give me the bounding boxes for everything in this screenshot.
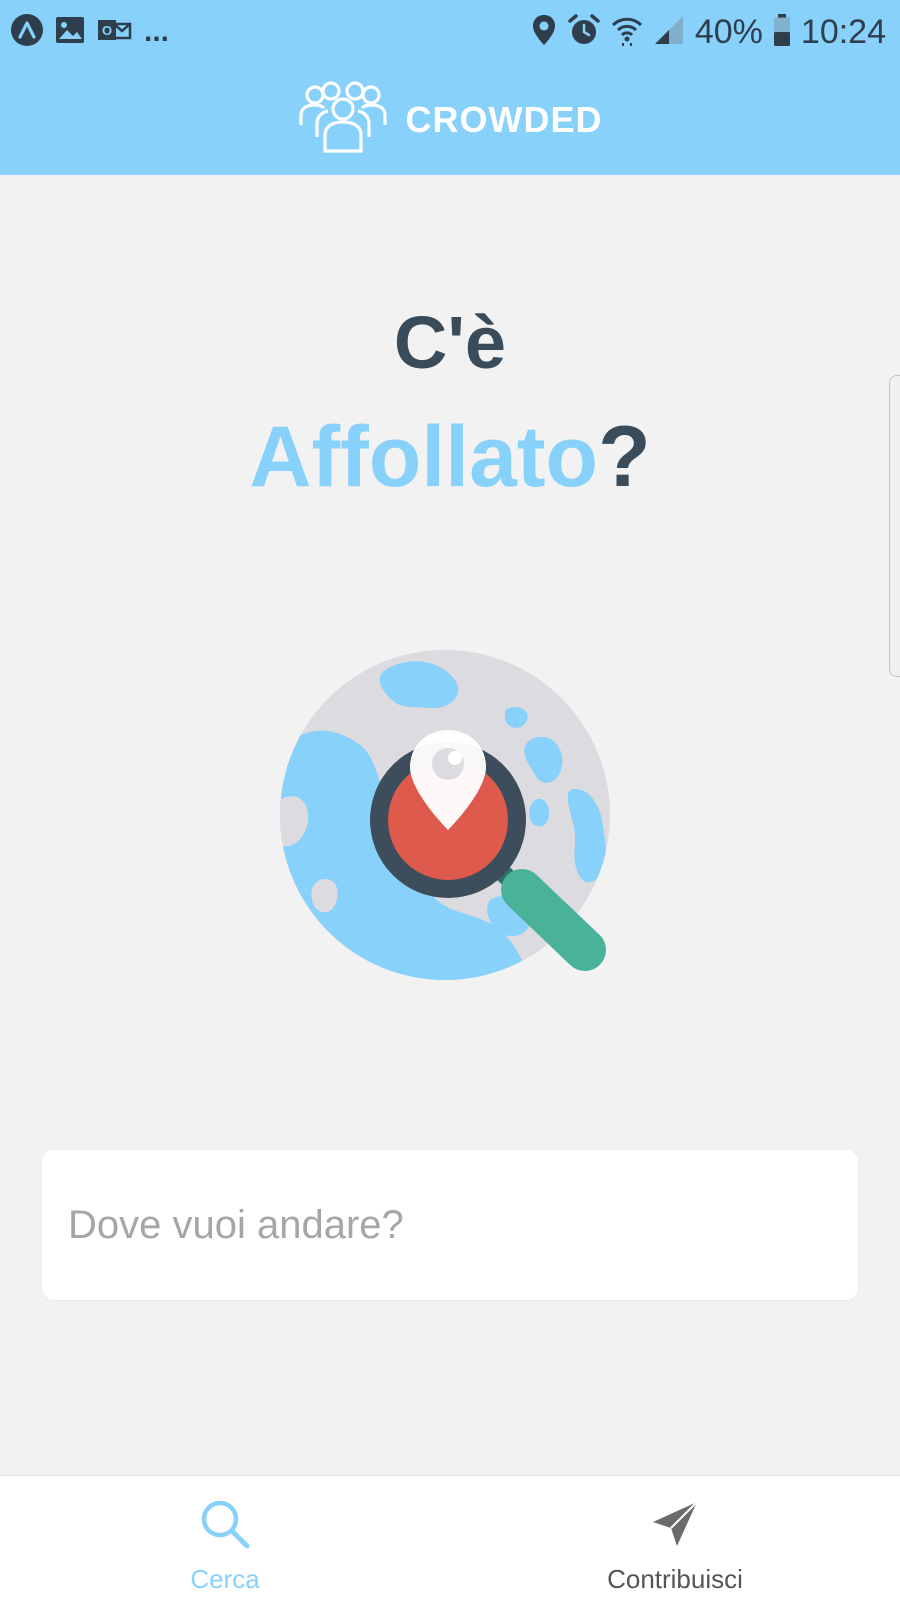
image-icon [54, 15, 86, 50]
app-icon [10, 13, 44, 52]
nav-tab-cerca[interactable]: Cerca [0, 1476, 450, 1601]
search-field-container [42, 1150, 858, 1300]
edge-panel-handle[interactable] [889, 375, 900, 677]
search-icon [197, 1496, 253, 1552]
battery-percent: 40% [694, 12, 763, 51]
app-bar: CROWDED [0, 64, 900, 175]
status-bar: O ... 40% 10:24 [0, 0, 900, 64]
location-icon [531, 13, 557, 52]
header: O ... 40% 10:24 CROWDED [0, 0, 900, 175]
people-group-icon [298, 81, 388, 158]
headline-question-mark: ? [598, 409, 651, 505]
headline-accent-word: Affollato [249, 409, 599, 505]
battery-icon [773, 13, 791, 52]
nav-label-cerca: Cerca [190, 1564, 260, 1594]
globe-search-icon [280, 650, 620, 990]
bottom-navigation: Cerca Contribuisci [0, 1475, 900, 1601]
send-icon [647, 1496, 703, 1552]
alarm-icon [567, 13, 601, 52]
headline-line-1: C'è [393, 301, 507, 384]
nav-tab-contribuisci[interactable]: Contribuisci [450, 1476, 900, 1601]
more-notifications-indicator: ... [144, 15, 170, 48]
status-right: 40% 10:24 [531, 12, 886, 52]
app-title: CROWDED [405, 98, 603, 140]
headline-line-2: Affollato? [0, 408, 900, 507]
wifi-icon [611, 13, 643, 52]
signal-icon [653, 14, 685, 51]
status-left: O ... [10, 13, 170, 52]
nav-label-contribuisci: Contribuisci [607, 1564, 743, 1594]
destination-search-input[interactable] [68, 1150, 838, 1300]
clock: 10:24 [800, 12, 886, 51]
outlook-icon: O [96, 15, 132, 50]
svg-text:O: O [102, 23, 112, 38]
